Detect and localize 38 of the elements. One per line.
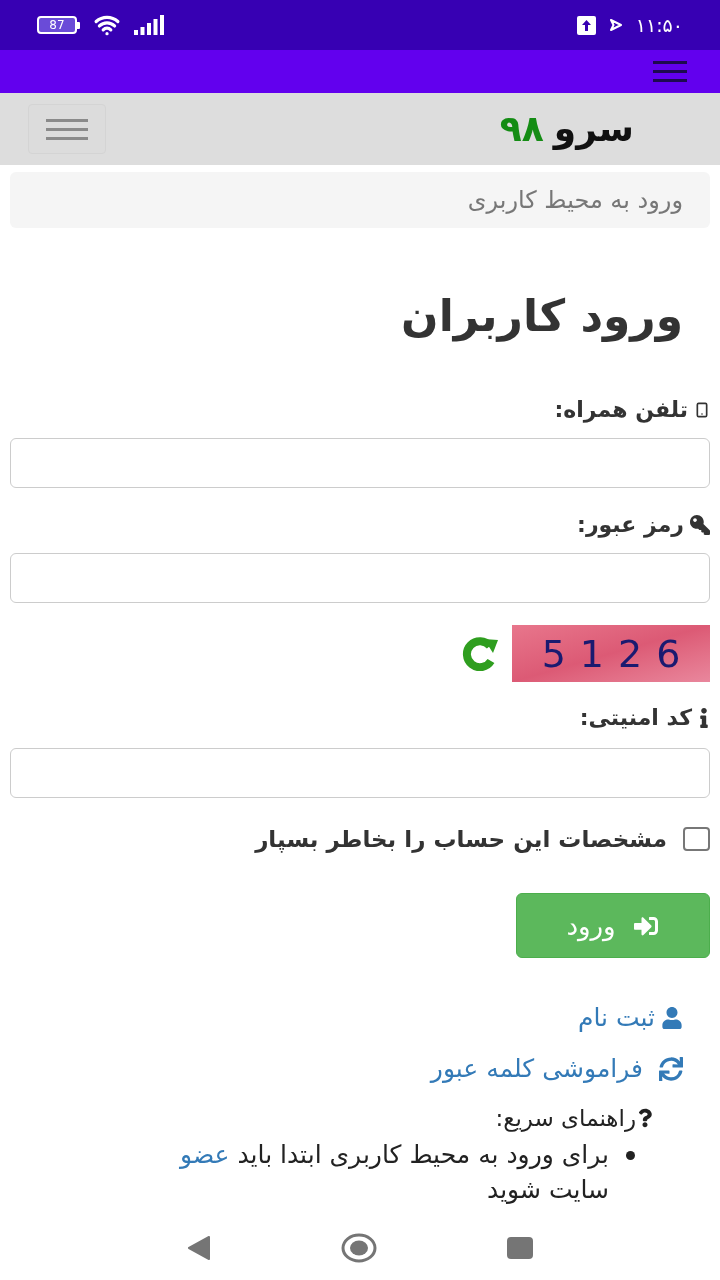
login-button[interactable]: ورود xyxy=(516,893,710,958)
upload-icon xyxy=(576,15,596,35)
checkbox-label: مشخصات این حساب را بخاطر بسپار xyxy=(255,825,667,854)
register-link[interactable]: ثبت نام xyxy=(577,1003,655,1033)
field-label: تلفن همراه: xyxy=(554,396,688,425)
logo-number[interactable]: ۹۸ xyxy=(499,107,544,151)
input-field[interactable] xyxy=(10,438,710,488)
menu-icon xyxy=(653,61,687,82)
user-icon xyxy=(661,1007,683,1029)
menu-button[interactable] xyxy=(28,104,106,154)
bullet-icon xyxy=(626,1151,635,1160)
remember-checkbox[interactable] xyxy=(683,827,710,851)
recents-icon[interactable] xyxy=(507,1236,533,1259)
field-label: رمز عبور: xyxy=(577,511,684,540)
captcha-code: 5126 xyxy=(540,630,695,677)
mobile-phone-icon xyxy=(694,400,710,420)
key-icon xyxy=(690,515,710,535)
clock-time: ۱۱:۵۰ xyxy=(635,14,683,36)
home-icon[interactable] xyxy=(341,1232,377,1263)
signal-icon xyxy=(134,15,165,35)
input-field[interactable] xyxy=(10,748,710,798)
info-icon xyxy=(698,708,710,728)
battery-indicator: 87 xyxy=(37,16,80,34)
forgot-password-link[interactable]: فراموشی کلمه عبور xyxy=(430,1054,643,1084)
menu-icon xyxy=(46,118,88,140)
refresh-icon[interactable] xyxy=(460,636,500,671)
field-label: کد امنیتی: xyxy=(579,704,692,732)
help-text: برای ورود به محیط کاربری ابتدا باید عضو سایت شوید xyxy=(178,1139,609,1206)
logo-word[interactable]: سرو xyxy=(553,107,634,151)
page-heading: ورود کاربران xyxy=(401,289,683,344)
question-icon xyxy=(638,1108,652,1128)
input-field[interactable] xyxy=(10,553,710,603)
back-icon[interactable] xyxy=(187,1235,211,1260)
help-title: راهنمای سریع: xyxy=(495,1104,636,1133)
refresh-icon xyxy=(659,1057,683,1081)
play-icon xyxy=(609,19,622,31)
member-link[interactable]: عضو xyxy=(180,1140,230,1169)
breadcrumb-text: ورود به محیط کاربری xyxy=(467,185,683,215)
